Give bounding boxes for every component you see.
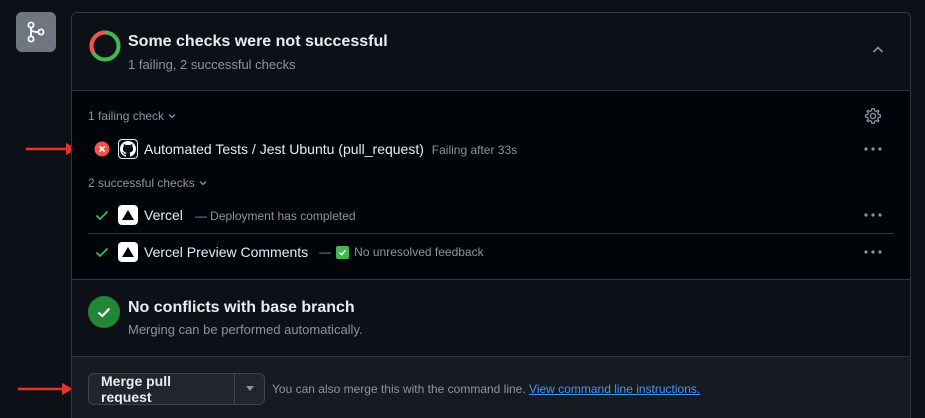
annotation-arrow-failing	[26, 143, 77, 155]
failing-checks-label: 1 failing check	[88, 109, 165, 123]
checks-summary-header[interactable]: Some checks were not successful 1 failin…	[72, 13, 910, 91]
annotation-arrow-merge	[18, 383, 73, 395]
check-circle-icon	[88, 296, 120, 328]
check-description: No unresolved feedback	[354, 245, 484, 259]
chevron-down-icon	[168, 114, 176, 119]
check-row-vercel[interactable]: Vercel — Deployment has completed	[72, 197, 910, 233]
more-options-icon[interactable]	[864, 250, 882, 254]
merge-method-dropdown[interactable]	[234, 374, 264, 404]
caret-down-icon	[245, 386, 254, 391]
check-row-jest-ubuntu[interactable]: Automated Tests / Jest Ubuntu (pull_requ…	[72, 131, 910, 167]
more-options-icon[interactable]	[864, 213, 882, 217]
check-icon	[95, 210, 109, 221]
merge-button-group: Merge pull request	[88, 373, 265, 405]
merge-conflicts-status: No conflicts with base branch Merging ca…	[72, 279, 910, 357]
git-pull-request-icon	[16, 12, 56, 52]
x-circle-icon	[94, 141, 110, 157]
failing-checks-toggle[interactable]: 1 failing check	[88, 109, 177, 123]
checks-status-ring-icon	[89, 30, 121, 62]
check-name[interactable]: Vercel Preview Comments — No unresolved …	[144, 244, 484, 260]
merge-status-panel: Some checks were not successful 1 failin…	[71, 12, 911, 418]
merge-actions: Merge pull request You can also merge th…	[72, 357, 910, 418]
check-name-text: Automated Tests / Jest Ubuntu (pull_requ…	[144, 141, 424, 157]
more-options-icon[interactable]	[864, 147, 882, 151]
description-dash: —	[319, 245, 332, 259]
check-name[interactable]: Vercel — Deployment has completed	[144, 207, 356, 223]
merge-hint: You can also merge this with the command…	[272, 382, 700, 396]
successful-checks-label: 2 successful checks	[88, 176, 195, 190]
no-conflicts-title: No conflicts with base branch	[128, 299, 355, 316]
check-name-text: Vercel Preview Comments	[144, 244, 309, 260]
check-icon	[95, 247, 109, 258]
github-icon	[118, 139, 138, 159]
check-description: — Deployment has completed	[194, 209, 356, 223]
checkbox-checked-icon	[336, 245, 350, 259]
no-conflicts-subtitle: Merging can be performed automatically.	[128, 322, 363, 337]
command-line-instructions-link[interactable]: View command line instructions.	[529, 382, 700, 396]
chevron-down-icon	[199, 181, 207, 186]
merge-hint-text: You can also merge this with the command…	[272, 382, 526, 396]
checks-summary-subtitle: 1 failing, 2 successful checks	[128, 57, 296, 72]
vercel-icon	[118, 205, 138, 225]
gear-icon[interactable]	[864, 107, 882, 125]
vercel-icon	[118, 242, 138, 262]
merge-pull-request-button[interactable]: Merge pull request	[89, 374, 234, 404]
check-name-text: Vercel	[144, 207, 183, 223]
chevron-up-icon[interactable]	[870, 42, 886, 58]
checks-summary-title: Some checks were not successful	[128, 33, 388, 50]
check-description: Failing after 33s	[431, 143, 518, 157]
check-name[interactable]: Automated Tests / Jest Ubuntu (pull_requ…	[144, 141, 517, 157]
check-row-vercel-preview-comments[interactable]: Vercel Preview Comments — No unresolved …	[72, 234, 910, 270]
successful-checks-toggle[interactable]: 2 successful checks	[88, 176, 208, 190]
